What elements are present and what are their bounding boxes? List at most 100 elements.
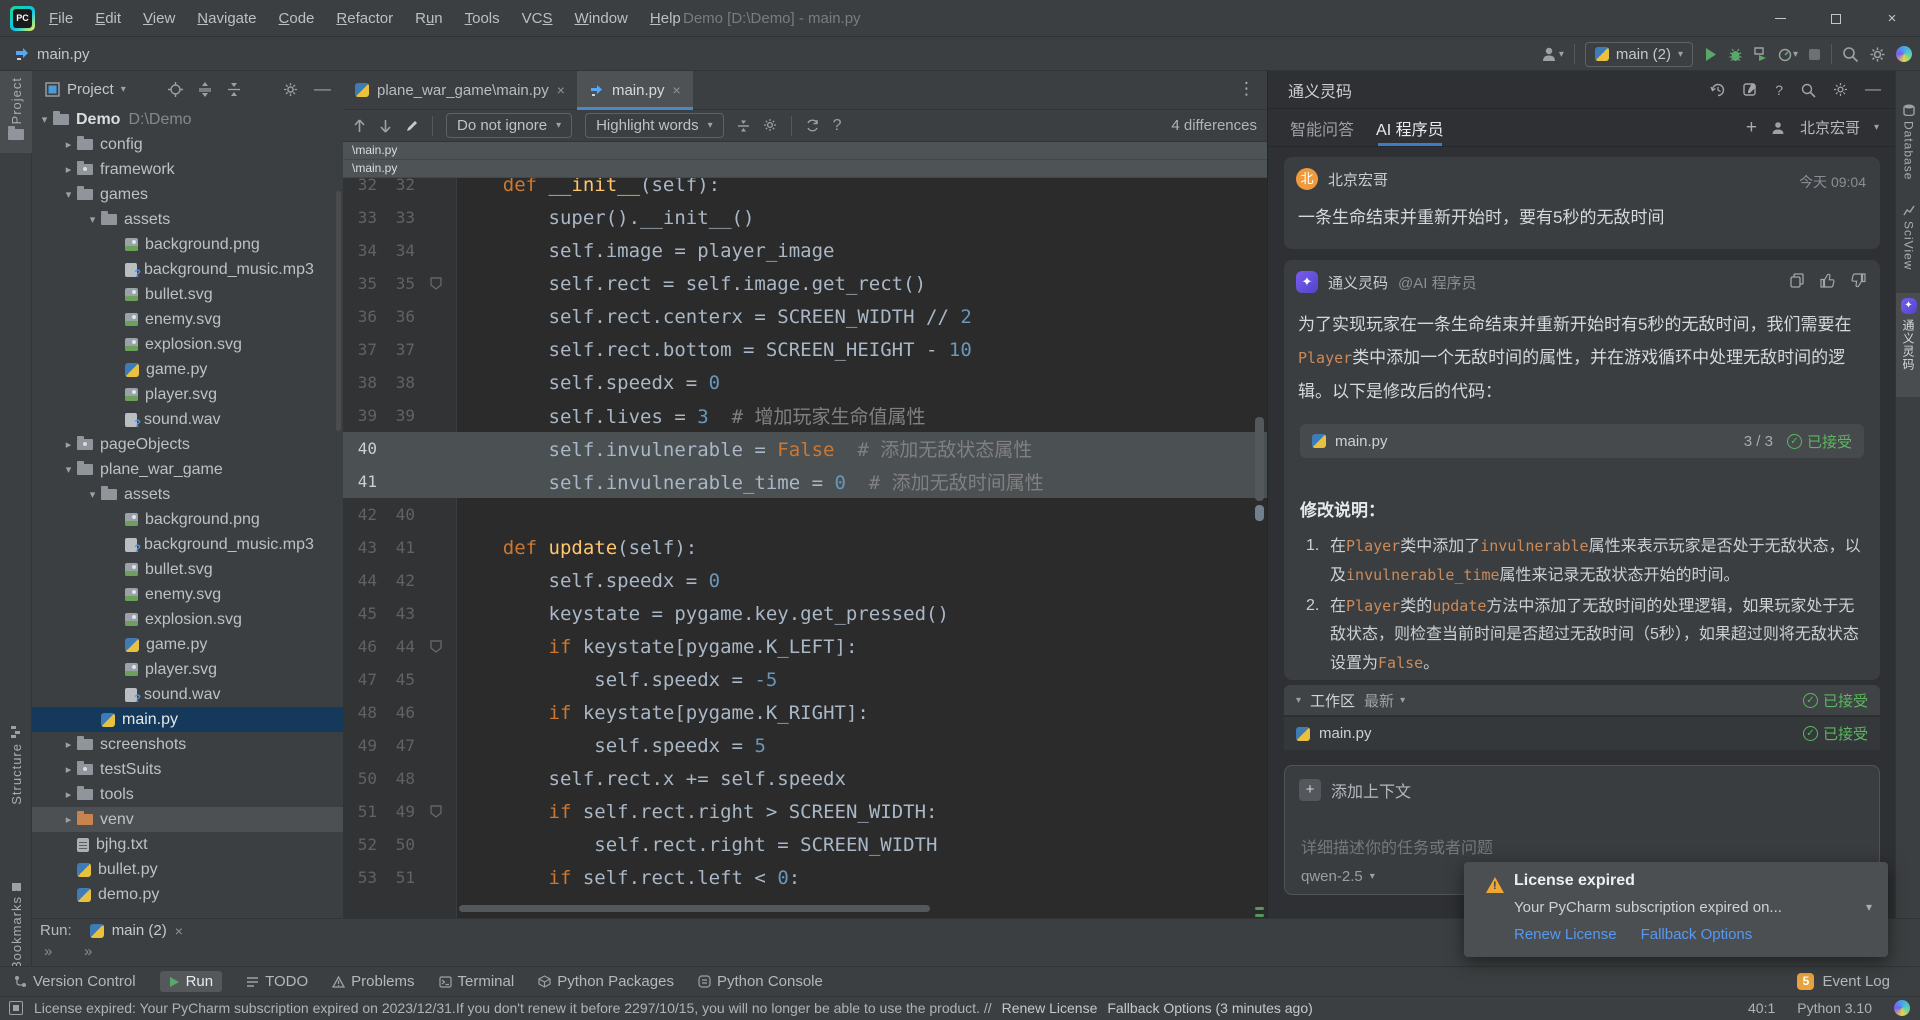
add-context-button[interactable]: + 添加上下文 bbox=[1299, 778, 1411, 802]
code-line-33[interactable]: 3333 super().__init__() bbox=[343, 201, 1267, 234]
tab-ai-programmer[interactable]: AI 程序员 bbox=[1376, 109, 1444, 146]
menu-code[interactable]: Code bbox=[268, 10, 326, 27]
help-icon[interactable]: ? bbox=[833, 117, 842, 135]
debug-button[interactable] bbox=[1728, 47, 1743, 62]
code-line-41[interactable]: 41 self.invulnerable_time = 0 # 添加无敌时间属性 bbox=[343, 465, 1267, 498]
code-line-46[interactable]: 4644 if keystate[pygame.K_LEFT]: bbox=[343, 630, 1267, 663]
chevron-down-icon[interactable]: ▾ bbox=[60, 188, 77, 201]
help-icon[interactable]: ? bbox=[1775, 82, 1783, 98]
expand-all-icon[interactable] bbox=[198, 82, 212, 97]
code-line-34[interactable]: 3434 self.image = player_image bbox=[343, 234, 1267, 267]
menu-window[interactable]: Window bbox=[564, 10, 639, 27]
tree-item-testSuits[interactable]: ▸testSuits bbox=[32, 757, 343, 782]
code-line-44[interactable]: 4442 self.speedx = 0 bbox=[343, 564, 1267, 597]
chevron-right-icon[interactable]: ▸ bbox=[60, 738, 77, 751]
tree-item-bullet.svg[interactable]: bullet.svg bbox=[32, 282, 343, 307]
tree-item-sound.wav[interactable]: sound.wav bbox=[32, 682, 343, 707]
tree-item-venv[interactable]: ▸venv bbox=[32, 807, 343, 832]
tree-item-bullet.svg[interactable]: bullet.svg bbox=[32, 557, 343, 582]
code-line-43[interactable]: 4341 def update(self): bbox=[343, 531, 1267, 564]
tree-item-bullet.py[interactable]: bullet.py bbox=[32, 857, 343, 882]
tree-item-enemy.svg[interactable]: enemy.svg bbox=[32, 582, 343, 607]
tree-item-player.svg[interactable]: player.svg bbox=[32, 382, 343, 407]
collapse-all-icon[interactable] bbox=[227, 82, 241, 97]
previous-change-icon[interactable] bbox=[353, 119, 366, 133]
run-tab[interactable]: main (2) × bbox=[90, 922, 183, 939]
menu-run[interactable]: Run bbox=[404, 10, 454, 27]
menu-file[interactable]: File bbox=[38, 10, 84, 27]
user-icon[interactable]: ▾ bbox=[1541, 46, 1564, 62]
panel-settings-gear-icon[interactable] bbox=[283, 82, 298, 97]
chevron-right-icon[interactable]: ▸ bbox=[60, 813, 77, 826]
tree-item-explosion.svg[interactable]: explosion.svg bbox=[32, 332, 343, 357]
thumbs-up-icon[interactable] bbox=[1820, 273, 1835, 288]
close-icon[interactable]: × bbox=[673, 82, 681, 98]
tool-tab-python-console[interactable]: Python Console bbox=[698, 973, 823, 990]
code-line-47[interactable]: 4745 self.speedx = -5 bbox=[343, 663, 1267, 696]
close-button[interactable]: × bbox=[1864, 0, 1920, 37]
code-line-42[interactable]: 4240 bbox=[343, 498, 1267, 531]
tab-diff-main[interactable]: main.py × bbox=[577, 71, 693, 109]
highlight-policy-select[interactable]: Highlight words▾ bbox=[585, 113, 724, 138]
breadcrumb[interactable]: main.py bbox=[14, 37, 90, 71]
code-line-50[interactable]: 5048 self.rect.x += self.speedx bbox=[343, 762, 1267, 795]
edit-source-icon[interactable] bbox=[405, 119, 419, 133]
code-viewer[interactable]: 3232 def __init__(self):3333 super().__i… bbox=[343, 173, 1267, 918]
caret-position[interactable]: 40:1 bbox=[1748, 1000, 1775, 1016]
new-session-plus-icon[interactable]: + bbox=[1746, 117, 1757, 139]
expand-icon[interactable]: » bbox=[84, 943, 92, 960]
profiler-button[interactable]: ▾ bbox=[1778, 47, 1798, 62]
interpreter-label[interactable]: Python 3.10 bbox=[1797, 1000, 1872, 1016]
modified-file-card[interactable]: main.py 3 / 3 ✓已接受 bbox=[1300, 424, 1864, 458]
code-line-36[interactable]: 3636 self.rect.centerx = SCREEN_WIDTH //… bbox=[343, 300, 1267, 333]
tree-item-background.png[interactable]: background.png bbox=[32, 507, 343, 532]
sidebar-tab-sciview[interactable]: SciView bbox=[1896, 199, 1920, 281]
sidebar-tab-bookmarks[interactable]: Bookmarks bbox=[0, 876, 32, 976]
chevron-right-icon[interactable]: ▸ bbox=[60, 438, 77, 451]
collapse-unchanged-icon[interactable] bbox=[737, 119, 750, 133]
tree-item-background_music.mp3[interactable]: background_music.mp3 bbox=[32, 532, 343, 557]
tree-item-sound.wav[interactable]: sound.wav bbox=[32, 407, 343, 432]
fallback-options-link[interactable]: Fallback Options (3 minutes ago) bbox=[1107, 1000, 1312, 1016]
code-line-37[interactable]: 3737 self.rect.bottom = SCREEN_HEIGHT - … bbox=[343, 333, 1267, 366]
maximize-button[interactable] bbox=[1808, 0, 1864, 37]
tree-item-game.py[interactable]: game.py bbox=[32, 357, 343, 382]
history-icon[interactable] bbox=[1710, 82, 1726, 98]
expand-icon[interactable]: » bbox=[44, 943, 52, 960]
code-line-48[interactable]: 4846 if keystate[pygame.K_RIGHT]: bbox=[343, 696, 1267, 729]
expand-chevron-icon[interactable]: ▾ bbox=[1866, 900, 1872, 914]
tab-chat[interactable]: 智能问答 bbox=[1290, 109, 1354, 146]
tree-item-config[interactable]: ▸config bbox=[32, 132, 343, 157]
tree-item-assets[interactable]: ▾assets bbox=[32, 482, 343, 507]
coverage-button[interactable] bbox=[1753, 47, 1768, 62]
tree-item-background.png[interactable]: background.png bbox=[32, 232, 343, 257]
tree-item-Demo[interactable]: ▾DemoD:\Demo bbox=[32, 107, 343, 132]
tool-window-toggle-icon[interactable] bbox=[9, 1001, 23, 1015]
horizontal-scrollbar[interactable] bbox=[459, 905, 930, 912]
tree-item-plane_war_game[interactable]: ▾plane_war_game bbox=[32, 457, 343, 482]
chevron-right-icon[interactable]: ▸ bbox=[60, 163, 77, 176]
next-change-icon[interactable] bbox=[379, 119, 392, 133]
tree-item-bjhg.txt[interactable]: bjhg.txt bbox=[32, 832, 343, 857]
sidebar-tab-lingma[interactable]: ✦ 通义灵码 bbox=[1896, 293, 1920, 397]
close-icon[interactable]: × bbox=[557, 82, 565, 98]
model-selector[interactable]: qwen-2.5▾ bbox=[1301, 868, 1375, 885]
close-icon[interactable]: × bbox=[175, 923, 183, 939]
code-line-51[interactable]: 5149 if self.rect.right > SCREEN_WIDTH: bbox=[343, 795, 1267, 828]
code-line-38[interactable]: 3838 self.speedx = 0 bbox=[343, 366, 1267, 399]
tab-plane-war-game-main[interactable]: plane_war_game\main.py × bbox=[343, 71, 577, 109]
tool-tab-event-log[interactable]: Event Log bbox=[1822, 973, 1890, 990]
chevron-right-icon[interactable]: ▸ bbox=[60, 138, 77, 151]
new-chat-icon[interactable] bbox=[1743, 82, 1758, 97]
account-name[interactable]: 北京宏哥 bbox=[1800, 117, 1860, 138]
tree-item-game.py[interactable]: game.py bbox=[32, 632, 343, 657]
tree-item-main.py[interactable]: main.py bbox=[32, 707, 343, 732]
tool-tab-terminal[interactable]: Terminal bbox=[439, 973, 515, 990]
run-config-selector[interactable]: main (2)▾ bbox=[1585, 42, 1693, 67]
tree-item-screenshots[interactable]: ▸screenshots bbox=[32, 732, 343, 757]
sidebar-tab-database[interactable]: Database bbox=[1896, 99, 1920, 191]
diff-settings-gear-icon[interactable] bbox=[763, 118, 778, 133]
code-line-52[interactable]: 5250 self.rect.right = SCREEN_WIDTH bbox=[343, 828, 1267, 861]
menu-navigate[interactable]: Navigate bbox=[186, 10, 267, 27]
tree-scrollbar[interactable] bbox=[336, 191, 341, 431]
